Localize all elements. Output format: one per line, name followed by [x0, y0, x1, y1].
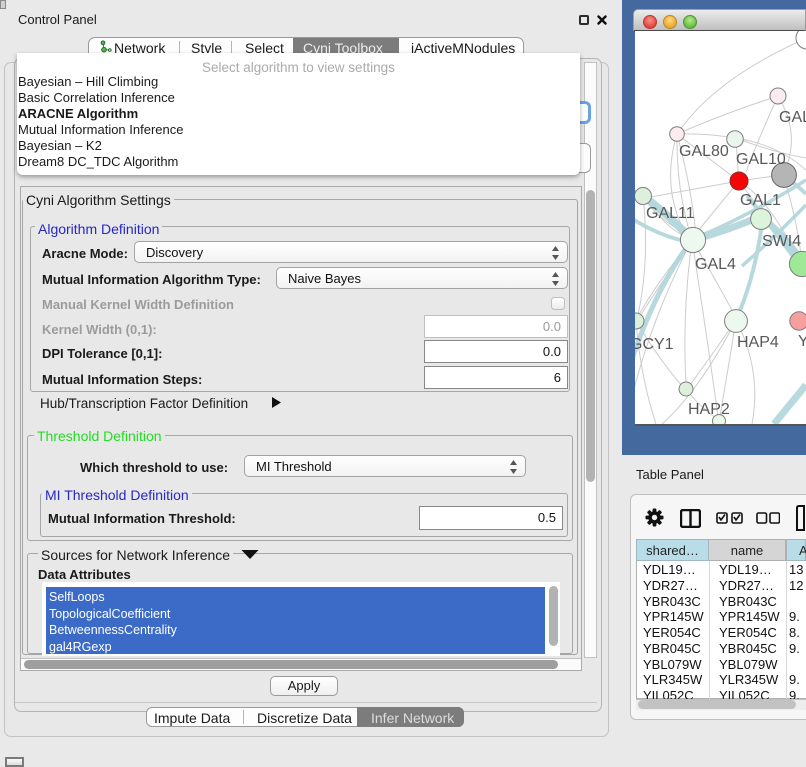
svg-text:Y: Y	[798, 333, 806, 350]
svg-text:GAL1: GAL1	[740, 192, 781, 209]
svg-text:HAP4: HAP4	[737, 334, 779, 351]
svg-text:GAL80: GAL80	[679, 143, 729, 160]
svg-text:GAL: GAL	[779, 109, 806, 126]
svg-text:HAP2: HAP2	[688, 401, 730, 418]
svg-text:GCY1: GCY1	[635, 336, 674, 353]
svg-text:SWI4: SWI4	[762, 233, 801, 250]
svg-text:GAL11: GAL11	[646, 205, 695, 222]
svg-text:GAL4: GAL4	[695, 256, 736, 273]
svg-text:GAL10: GAL10	[736, 151, 786, 168]
